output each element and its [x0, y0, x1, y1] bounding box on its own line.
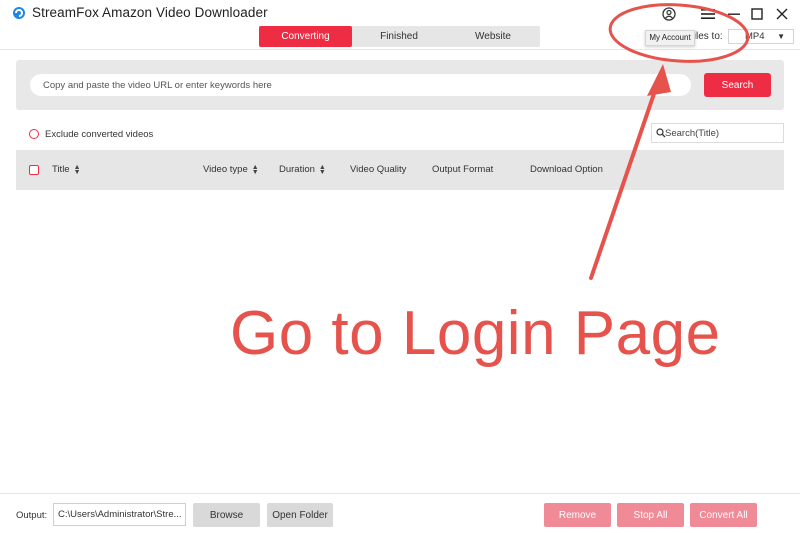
remove-button[interactable]: Remove	[544, 503, 611, 527]
search-panel: Search	[16, 60, 784, 110]
app-logo-icon	[13, 7, 25, 19]
column-output-format-label: Output Format	[432, 164, 494, 175]
sort-icon: ▲ ▼	[318, 163, 326, 176]
column-duration-label: Duration	[279, 164, 315, 175]
search-button[interactable]: Search	[704, 73, 771, 97]
column-download-option-label: Download Option	[530, 164, 603, 175]
output-format-select[interactable]: MP4 ▼	[728, 29, 794, 44]
select-all-checkbox[interactable]	[29, 165, 39, 175]
open-folder-button[interactable]: Open Folder	[267, 503, 333, 527]
output-label: Output:	[16, 510, 48, 521]
column-video-type[interactable]: Video type ▲ ▼	[203, 163, 259, 176]
column-video-quality-label: Video Quality	[350, 164, 407, 175]
tab-finished[interactable]: Finished	[352, 26, 446, 47]
table-header: Title ▲ ▼ Video type ▲ ▼ Duration ▲ ▼ Video…	[16, 150, 784, 190]
title-search-box[interactable]	[651, 123, 784, 143]
convert-all-button[interactable]: Convert All	[690, 503, 757, 527]
output-path-field[interactable]: C:\Users\Administrator\Stre...	[53, 503, 186, 526]
my-account-tooltip: My Account	[645, 30, 695, 46]
app-title: StreamFox Amazon Video Downloader	[32, 5, 268, 20]
browse-button[interactable]: Browse	[193, 503, 260, 527]
exclude-converted-toggle[interactable]: Exclude converted videos	[29, 128, 153, 140]
main-tabs: Converting Finished Website	[259, 26, 540, 47]
maximize-icon[interactable]	[751, 8, 763, 20]
title-search-input[interactable]	[665, 126, 780, 141]
output-format-value: MP4	[745, 31, 765, 42]
column-duration[interactable]: Duration ▲ ▼	[279, 163, 326, 176]
column-video-quality: Video Quality	[350, 164, 406, 175]
convert-files-label: files to:	[691, 31, 723, 42]
footer-bar: Output: C:\Users\Administrator\Stre... B…	[0, 493, 800, 533]
exclude-converted-label: Exclude converted videos	[45, 128, 154, 140]
sort-icon: ▲ ▼	[251, 163, 259, 176]
caret-down-icon: ▼	[777, 32, 785, 41]
tab-converting[interactable]: Converting	[259, 26, 352, 47]
column-output-format: Output Format	[432, 164, 493, 175]
hamburger-menu-icon[interactable]	[701, 8, 715, 20]
url-input[interactable]	[30, 74, 691, 96]
tab-website[interactable]: Website	[446, 26, 540, 47]
minimize-icon[interactable]	[727, 8, 741, 20]
column-download-option: Download Option	[530, 164, 603, 175]
sort-icon: ▲ ▼	[73, 163, 81, 176]
close-icon[interactable]	[776, 8, 788, 20]
user-circle-icon[interactable]	[662, 7, 676, 21]
exclude-radio[interactable]	[29, 129, 39, 139]
column-title-label: Title	[52, 164, 70, 175]
stop-all-button[interactable]: Stop All	[617, 503, 684, 527]
column-video-type-label: Video type	[203, 164, 248, 175]
annotation-text: Go to Login Page	[230, 299, 721, 368]
column-title[interactable]: Title ▲ ▼	[52, 163, 81, 176]
title-bar: StreamFox Amazon Video Downloader Conver…	[0, 0, 800, 50]
